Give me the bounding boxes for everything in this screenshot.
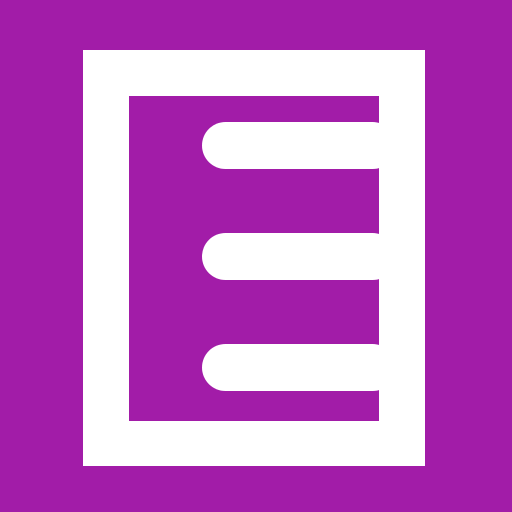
- document-line-icon: [202, 233, 396, 280]
- document-line-icon: [202, 122, 396, 169]
- document-icon: [83, 50, 425, 466]
- document-app-icon[interactable]: [0, 0, 512, 512]
- document-line-icon: [202, 344, 396, 391]
